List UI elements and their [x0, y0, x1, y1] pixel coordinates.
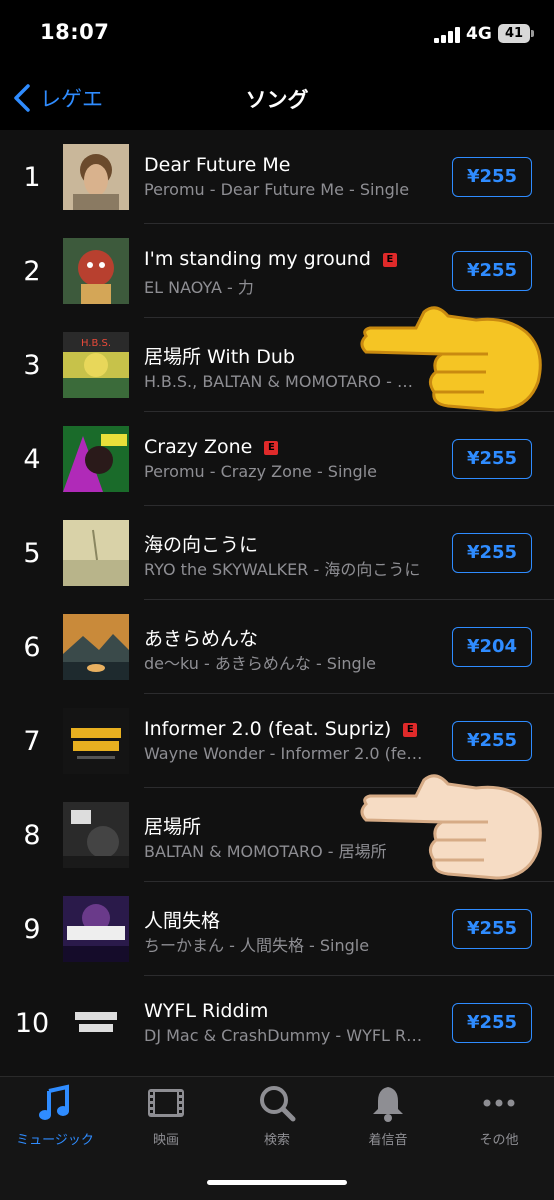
pointing-hand-left-icon — [360, 306, 542, 412]
song-title: 居場所 With Dub — [144, 346, 295, 368]
song-title: 海の向こうに — [144, 534, 259, 556]
page-title: ソング — [245, 88, 309, 112]
song-row-5[interactable]: 5 海の向こうに RYO the SKYWALKER - 海の向こうに ¥255 — [0, 506, 554, 600]
song-rank: 2 — [23, 256, 41, 287]
album-art — [63, 520, 129, 586]
song-title: 人間失格 — [144, 910, 221, 932]
song-row-9[interactable]: 9 人間失格 ちーかまん - 人間失格 - Single ¥255 — [0, 882, 554, 976]
song-list: 1 Dear Future Me Peromu - Dear Future Me… — [0, 130, 554, 1076]
buy-button[interactable]: ¥255 — [452, 1003, 532, 1043]
network-type: 4G — [466, 24, 492, 44]
song-rank: 8 — [23, 820, 41, 851]
song-row-1[interactable]: 1 Dear Future Me Peromu - Dear Future Me… — [0, 130, 554, 224]
music-note-icon — [39, 1084, 69, 1120]
song-subtitle: Peromu - Crazy Zone - Single — [144, 462, 377, 481]
home-indicator — [207, 1180, 347, 1185]
album-art — [63, 426, 129, 492]
song-subtitle: Peromu - Dear Future Me - Single — [144, 180, 410, 199]
song-rank: 4 — [23, 444, 41, 475]
film-icon — [148, 1089, 184, 1117]
song-row-4[interactable]: 4 Crazy Zone E Peromu - Crazy Zone - Sing… — [0, 412, 554, 506]
song-subtitle: DJ Mac & CrashDummy - WYFL Riddim — [144, 1026, 424, 1045]
battery-icon: 41 — [498, 24, 530, 43]
album-art — [63, 144, 129, 210]
song-title: I'm standing my ground E — [144, 248, 397, 270]
song-rank: 5 — [23, 538, 41, 569]
song-subtitle: de〜ku - あきらめんな - Single — [144, 654, 376, 673]
tab-ringtones[interactable]: 着信音 — [333, 1083, 443, 1153]
bell-icon — [373, 1087, 403, 1122]
buy-button[interactable]: ¥255 — [452, 909, 532, 949]
buy-button[interactable]: ¥255 — [452, 533, 532, 573]
tab-more[interactable]: その他 — [444, 1083, 554, 1153]
album-art — [63, 708, 129, 774]
more-icon — [483, 1099, 515, 1107]
song-title: あきらめんな — [144, 628, 259, 650]
album-art: H.B.S. — [63, 332, 129, 398]
song-rank: 7 — [23, 726, 41, 757]
navigation-bar: レゲエ ソング — [0, 70, 554, 130]
album-art — [63, 896, 129, 962]
tab-music[interactable]: ミュージック — [0, 1083, 110, 1153]
song-title: Crazy Zone E — [144, 436, 279, 458]
explicit-badge: E — [382, 253, 397, 267]
song-subtitle: RYO the SKYWALKER - 海の向こうに — [144, 560, 421, 579]
album-art — [63, 802, 129, 868]
song-rank: 10 — [14, 1008, 50, 1039]
album-art — [63, 990, 129, 1056]
album-art — [63, 238, 129, 304]
buy-button[interactable]: ¥255 — [452, 251, 532, 291]
status-bar: 18:07 4G 41 — [0, 0, 554, 70]
song-title: Informer 2.0 (feat. Supriz) E — [144, 718, 418, 740]
song-subtitle: ちーかまん - 人間失格 - Single — [144, 936, 370, 955]
explicit-badge: E — [403, 723, 418, 737]
buy-button[interactable]: ¥204 — [452, 627, 532, 667]
buy-button[interactable]: ¥255 — [452, 439, 532, 479]
song-title: 居場所 — [144, 816, 202, 838]
song-rank: 6 — [23, 632, 41, 663]
explicit-badge: E — [264, 441, 279, 455]
song-rank: 1 — [23, 162, 41, 193]
song-title: Dear Future Me — [144, 154, 291, 176]
svg-text:H.B.S.: H.B.S. — [81, 338, 111, 349]
pointing-hand-left-icon — [360, 774, 542, 880]
tab-search[interactable]: 検索 — [222, 1083, 332, 1153]
song-row-10[interactable]: 10 WYFL Riddim DJ Mac & CrashDummy - WYF… — [0, 976, 554, 1070]
cellular-signal-icon — [434, 27, 460, 43]
buy-button[interactable]: ¥255 — [452, 157, 532, 197]
search-icon — [260, 1086, 296, 1122]
tab-movies[interactable]: 映画 — [111, 1083, 221, 1153]
buy-button[interactable]: ¥255 — [452, 721, 532, 761]
battery-cap — [531, 30, 534, 37]
song-row-6[interactable]: 6 あきらめんな de〜ku - あきらめんな - Single ¥204 — [0, 600, 554, 694]
song-rank: 9 — [23, 914, 41, 945]
song-title: WYFL Riddim — [144, 1000, 269, 1022]
status-time: 18:07 — [40, 20, 110, 44]
song-rank: 3 — [23, 350, 41, 381]
album-art — [63, 614, 129, 680]
